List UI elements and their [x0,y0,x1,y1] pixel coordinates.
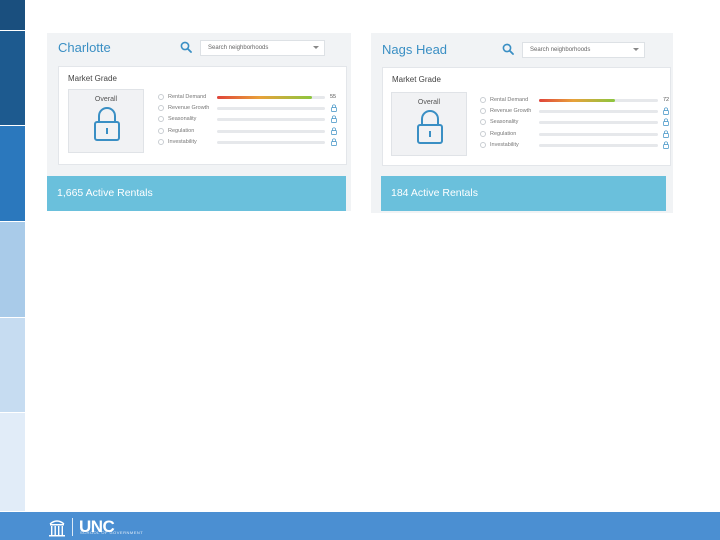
active-rentals-count: 184 Active Rentals [391,187,478,199]
lock-icon [331,127,337,135]
lock-icon [663,141,669,149]
circle-icon [158,105,164,111]
circle-icon [480,131,486,137]
strip-segment [0,222,25,318]
metric-score: 72 [663,97,670,103]
metric-label: Revenue Growth [490,108,532,114]
metric-bar [539,99,658,102]
market-grade-title: Market Grade [392,75,441,84]
strip-segment [0,0,25,31]
metric-bar [217,107,325,110]
active-rentals-banner[interactable]: 184 Active Rentals [381,176,666,211]
active-rentals-banner[interactable]: 1,665 Active Rentals [47,176,346,211]
search-icon[interactable] [180,41,192,53]
circle-icon [480,142,486,148]
search-placeholder: Search neighborhoods [208,45,269,51]
metric-label: Investability [490,142,519,148]
circle-icon [480,108,486,114]
metric-row-seasonality: Seasonality [480,118,669,128]
lock-icon [331,104,337,112]
market-panel-nags-head: Nags Head Search neighborhoods Market Gr… [371,33,673,213]
footer-subtitle: SCHOOL OF GOVERNMENT [80,530,144,535]
metric-bar-fill [539,99,616,102]
panel-header: Nags Head Search neighborhoods [371,33,673,63]
strip-segment [0,318,25,413]
metric-bar [539,133,658,136]
metric-row-investability: Investability [480,141,669,151]
caret-down-icon[interactable] [313,46,319,49]
circle-icon [480,97,486,103]
metric-label: Seasonality [490,119,519,125]
circle-icon [480,119,486,125]
circle-icon [158,94,164,100]
lock-icon [331,115,337,123]
overall-grade-box: Overall [391,92,467,156]
metric-row-revenue-growth: Revenue Growth [480,107,669,117]
lock-icon [331,138,337,146]
strip-segment [0,126,25,222]
side-color-strip [0,0,25,512]
metric-row-revenue-growth: Revenue Growth [158,104,344,114]
search-placeholder: Search neighborhoods [530,47,591,53]
lock-icon [663,107,669,115]
metric-bar [539,110,658,113]
footer-bar: UNC SCHOOL OF GOVERNMENT [0,512,720,540]
active-rentals-count: 1,665 Active Rentals [57,187,153,199]
search-icon[interactable] [502,43,514,55]
logo-divider [72,518,73,536]
unc-logo-icon [49,520,65,537]
metric-label: Seasonality [168,116,197,122]
lock-icon [663,130,669,138]
caret-down-icon[interactable] [633,48,639,51]
market-grade-title: Market Grade [68,74,117,83]
metric-bar [217,118,325,121]
overall-label: Overall [417,99,441,106]
circle-icon [158,128,164,134]
circle-icon [158,139,164,145]
neighborhood-search-input[interactable]: Search neighborhoods [200,40,325,56]
metric-bar [539,121,658,124]
panel-header: Charlotte Search neighborhoods [47,33,351,63]
metric-label: Rental Demand [490,97,529,103]
lock-icon [663,118,669,126]
city-title: Charlotte [58,40,111,55]
metric-row-rental-demand: Rental Demand 72 [480,96,670,106]
metric-bar [217,130,325,133]
metric-row-regulation: Regulation [158,127,344,137]
overall-label: Overall [94,96,118,103]
strip-segment [0,31,25,126]
neighborhood-search-input[interactable]: Search neighborhoods [522,42,645,58]
metric-row-rental-demand: Rental Demand 55 [158,93,344,103]
metric-label: Rental Demand [168,94,207,100]
circle-icon [158,116,164,122]
metric-bar-fill [217,96,313,99]
market-grade-card: Market Grade Overall Rental Demand 72 Re… [382,67,671,166]
strip-segment [0,413,25,512]
metric-row-regulation: Regulation [480,130,669,140]
metric-score: 55 [330,94,337,100]
city-title: Nags Head [382,42,448,57]
metric-bar [217,96,325,99]
metric-label: Revenue Growth [168,105,210,111]
metric-label: Regulation [490,131,517,137]
metric-row-investability: Investability [158,138,344,148]
metric-bar [539,144,658,147]
market-grade-card: Market Grade Overall Rental Demand 55 Re… [58,66,347,165]
metric-label: Investability [168,139,197,145]
metric-label: Regulation [168,128,195,134]
lock-icon [94,107,120,141]
metric-bar [217,141,325,144]
metric-row-seasonality: Seasonality [158,115,344,125]
lock-icon [417,110,443,144]
overall-grade-box: Overall [68,89,144,153]
market-panel-charlotte: Charlotte Search neighborhoods Market Gr… [47,33,351,211]
